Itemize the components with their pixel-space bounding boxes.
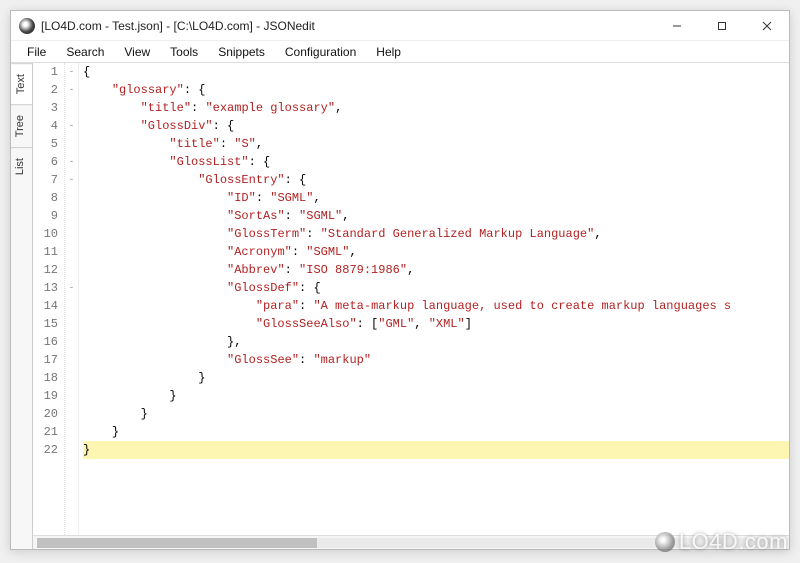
app-icon [19, 18, 35, 34]
code-line[interactable]: "GlossTerm": "Standard Generalized Marku… [83, 225, 789, 243]
titlebar[interactable]: [LO4D.com - Test.json] - [C:\LO4D.com] -… [11, 11, 789, 41]
scroll-track[interactable] [37, 538, 785, 548]
menu-tools[interactable]: Tools [160, 43, 208, 61]
fold-marker [65, 297, 78, 315]
code-line[interactable]: } [83, 369, 789, 387]
fold-marker [65, 405, 78, 423]
code-line[interactable]: } [83, 387, 789, 405]
fold-marker[interactable]: - [65, 171, 78, 189]
fold-marker[interactable]: - [65, 63, 78, 81]
scroll-thumb[interactable] [37, 538, 317, 548]
fold-column[interactable]: ------ [65, 63, 79, 535]
window-title: [LO4D.com - Test.json] - [C:\LO4D.com] -… [41, 19, 654, 33]
code-line[interactable]: "glossary": { [83, 81, 789, 99]
code-line[interactable]: } [83, 405, 789, 423]
code-line[interactable]: "title": "example glossary", [83, 99, 789, 117]
fold-marker [65, 189, 78, 207]
fold-marker [65, 207, 78, 225]
maximize-button[interactable] [699, 11, 744, 40]
code-line[interactable]: "GlossSee": "markup" [83, 351, 789, 369]
fold-marker[interactable]: - [65, 153, 78, 171]
fold-marker [65, 369, 78, 387]
editor: 12345678910111213141516171819202122 ----… [33, 63, 789, 549]
tab-list[interactable]: List [11, 147, 32, 185]
fold-marker [65, 135, 78, 153]
code-line[interactable]: "GlossEntry": { [83, 171, 789, 189]
horizontal-scrollbar[interactable] [33, 535, 789, 549]
code-line[interactable]: "Acronym": "SGML", [83, 243, 789, 261]
code-area[interactable]: 12345678910111213141516171819202122 ----… [33, 63, 789, 535]
fold-marker[interactable]: - [65, 117, 78, 135]
menu-configuration[interactable]: Configuration [275, 43, 366, 61]
close-button[interactable] [744, 11, 789, 40]
client-area: Text Tree List 1234567891011121314151617… [11, 63, 789, 549]
code-line[interactable]: "para": "A meta-markup language, used to… [83, 297, 789, 315]
code-line[interactable]: } [83, 423, 789, 441]
fold-marker [65, 351, 78, 369]
code-line[interactable]: "SortAs": "SGML", [83, 207, 789, 225]
tab-text[interactable]: Text [11, 63, 32, 104]
fold-marker [65, 99, 78, 117]
tab-tree[interactable]: Tree [11, 104, 32, 147]
fold-marker [65, 387, 78, 405]
fold-marker [65, 261, 78, 279]
fold-marker [65, 423, 78, 441]
code-line[interactable]: }, [83, 333, 789, 351]
fold-marker [65, 315, 78, 333]
code-line[interactable]: "GlossDiv": { [83, 117, 789, 135]
code-line[interactable]: "GlossSeeAlso": ["GML", "XML"] [83, 315, 789, 333]
side-tabs: Text Tree List [11, 63, 33, 549]
fold-marker [65, 243, 78, 261]
code-line[interactable]: "GlossDef": { [83, 279, 789, 297]
menu-snippets[interactable]: Snippets [208, 43, 275, 61]
code-line[interactable]: "ID": "SGML", [83, 189, 789, 207]
fold-marker[interactable]: - [65, 279, 78, 297]
code-line[interactable]: "Abbrev": "ISO 8879:1986", [83, 261, 789, 279]
code-line[interactable]: "GlossList": { [83, 153, 789, 171]
code-lines[interactable]: { "glossary": { "title": "example glossa… [79, 63, 789, 535]
menubar: File Search View Tools Snippets Configur… [11, 41, 789, 63]
code-line[interactable]: "title": "S", [83, 135, 789, 153]
fold-marker[interactable]: - [65, 81, 78, 99]
menu-help[interactable]: Help [366, 43, 411, 61]
code-line[interactable]: } [83, 441, 789, 459]
line-gutter: 12345678910111213141516171819202122 [33, 63, 65, 535]
menu-view[interactable]: View [114, 43, 160, 61]
fold-marker [65, 441, 78, 459]
fold-marker [65, 225, 78, 243]
code-line[interactable]: { [83, 63, 789, 81]
app-window: [LO4D.com - Test.json] - [C:\LO4D.com] -… [10, 10, 790, 550]
menu-file[interactable]: File [17, 43, 56, 61]
fold-marker [65, 333, 78, 351]
minimize-button[interactable] [654, 11, 699, 40]
window-controls [654, 11, 789, 40]
menu-search[interactable]: Search [56, 43, 114, 61]
